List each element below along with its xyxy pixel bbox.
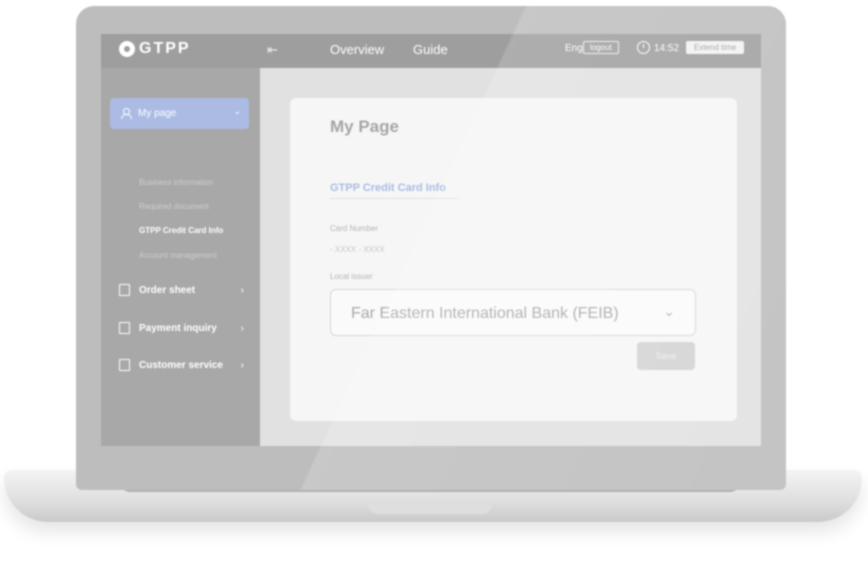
submenu-account-management[interactable]: Account management [139,251,217,260]
chevron-right-icon: › [240,359,244,371]
chevron-down-icon: ⌄ [663,303,675,319]
card-number-value: - XXXX - XXXX [330,245,385,254]
submenu-required-document[interactable]: Required document [139,202,209,211]
page-title: My Page [330,117,399,136]
sidebar-item-payment-inquiry[interactable]: Payment inquiry › [119,322,244,334]
sidebar-item-label: My page [138,108,177,119]
nav-guide[interactable]: Guide [413,42,448,57]
submenu-business-information[interactable]: Business information [139,178,213,187]
support-icon [119,359,130,371]
sidebar: My page ⌄ Business information Required … [101,68,260,446]
issuer-label: Local issuer [330,272,373,281]
logo[interactable]: GTPP [119,40,191,58]
chevron-right-icon: › [240,322,244,334]
save-button[interactable]: Save [637,342,695,370]
nav-overview[interactable]: Overview [330,42,384,57]
card-number-label: Card Number [330,224,379,233]
submenu-credit-card-info[interactable]: GTPP Credit Card Info [139,226,223,235]
section-title: GTPP Credit Card Info [330,182,446,194]
main-content: My Page GTPP Credit Card Info Card Numbe… [260,68,761,446]
laptop-notch [368,502,492,514]
logout-button[interactable]: logout [583,41,619,54]
sidebar-item-label: Payment inquiry [139,322,217,334]
issuer-select[interactable]: Far Eastern International Bank (FEIB) ⌄ [330,289,696,336]
laptop-screen: GTPP ⇤ Overview Guide Eng logout 14:52 E… [101,34,761,446]
sidebar-item-customer-service[interactable]: Customer service › [119,359,244,371]
logo-icon [119,41,135,57]
laptop-mockup: GTPP ⇤ Overview Guide Eng logout 14:52 E… [0,0,868,575]
clock-icon [637,41,650,54]
user-icon [121,108,132,119]
chevron-right-icon: › [240,284,244,296]
sidebar-item-order-sheet[interactable]: Order sheet › [119,284,244,296]
menu-collapse-icon[interactable]: ⇤ [267,42,278,58]
chevron-down-icon: ⌄ [233,106,241,116]
section-divider [330,198,460,199]
top-bar: GTPP ⇤ Overview Guide Eng logout 14:52 E… [101,34,761,68]
logo-text: GTPP [139,40,191,57]
sidebar-item-label: Customer service [139,359,223,371]
payment-icon [119,322,130,334]
sidebar-item-my-page[interactable]: My page ⌄ [110,98,249,129]
language-selector[interactable]: Eng [565,43,583,54]
sidebar-item-label: Order sheet [139,284,196,296]
session-time: 14:52 [654,43,680,54]
issuer-selected-value: Far Eastern International Bank (FEIB) [351,305,619,322]
extend-time-button[interactable]: Extend time [686,41,745,54]
content-card: My Page GTPP Credit Card Info Card Numbe… [290,98,737,421]
document-icon [119,284,130,296]
